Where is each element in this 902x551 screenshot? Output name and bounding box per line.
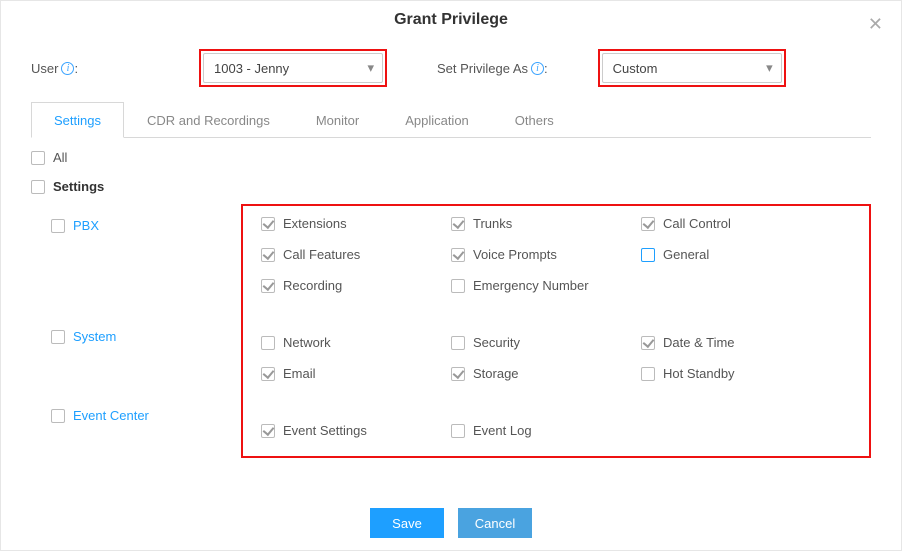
system-label[interactable]: System <box>73 329 116 344</box>
date-time-checkbox[interactable] <box>641 336 655 350</box>
tree-item-event-center: Event Center <box>51 408 211 423</box>
hot-standby-checkbox[interactable] <box>641 367 655 381</box>
all-label: All <box>53 150 67 165</box>
email-checkbox[interactable] <box>261 367 275 381</box>
recording-label: Recording <box>283 278 342 293</box>
all-row: All <box>31 150 871 165</box>
all-checkbox[interactable] <box>31 151 45 165</box>
tab-application[interactable]: Application <box>382 102 492 138</box>
call-features-checkbox[interactable] <box>261 248 275 262</box>
date-time-label: Date & Time <box>663 335 735 350</box>
call-features-label: Call Features <box>283 247 360 262</box>
user-label-text: User <box>31 61 58 76</box>
priv-email: Email <box>261 366 451 381</box>
tab-others[interactable]: Others <box>492 102 577 138</box>
privilege-label-text: Set Privilege As <box>437 61 528 76</box>
privilege-select-highlight: Custom ▾ <box>598 49 786 87</box>
privilege-grid-highlight: Extensions Trunks Call Control Call Feat… <box>241 204 871 458</box>
call-control-checkbox[interactable] <box>641 217 655 231</box>
recording-checkbox[interactable] <box>261 279 275 293</box>
tabs: Settings CDR and Recordings Monitor Appl… <box>31 101 871 138</box>
priv-event-settings: Event Settings <box>261 423 451 438</box>
priv-date-time: Date & Time <box>641 335 831 350</box>
chevron-down-icon: ▾ <box>367 60 374 76</box>
tab-monitor[interactable]: Monitor <box>293 102 382 138</box>
priv-general: General <box>641 247 831 262</box>
voice-prompts-label: Voice Prompts <box>473 247 557 262</box>
pbx-checkbox[interactable] <box>51 219 65 233</box>
hot-standby-label: Hot Standby <box>663 366 735 381</box>
priv-security: Security <box>451 335 641 350</box>
priv-event-log: Event Log <box>451 423 641 438</box>
privilege-grid: Extensions Trunks Call Control Call Feat… <box>261 216 851 438</box>
privilege-select-value: Custom <box>613 61 658 76</box>
info-icon[interactable]: i <box>61 62 74 75</box>
tree-item-system: System <box>51 329 211 344</box>
pbx-label[interactable]: PBX <box>73 218 99 233</box>
privilege-select[interactable]: Custom ▾ <box>602 53 782 83</box>
email-label: Email <box>283 366 316 381</box>
tree-column: PBX System Event Center <box>31 204 211 458</box>
tab-cdr[interactable]: CDR and Recordings <box>124 102 293 138</box>
priv-voice-prompts: Voice Prompts <box>451 247 641 262</box>
event-center-label[interactable]: Event Center <box>73 408 149 423</box>
event-center-checkbox[interactable] <box>51 409 65 423</box>
dialog-footer: Save Cancel <box>1 508 901 538</box>
save-button[interactable]: Save <box>370 508 444 538</box>
priv-call-features: Call Features <box>261 247 451 262</box>
settings-group-label: Settings <box>53 179 104 194</box>
user-label: User i : <box>31 61 119 76</box>
settings-row: Settings <box>31 179 871 194</box>
event-log-checkbox[interactable] <box>451 424 465 438</box>
colon: : <box>74 61 78 76</box>
privilege-label: Set Privilege As i : <box>437 61 548 76</box>
tree-item-pbx: PBX <box>51 218 211 233</box>
emergency-number-checkbox[interactable] <box>451 279 465 293</box>
priv-emergency-number: Emergency Number <box>451 278 641 293</box>
security-checkbox[interactable] <box>451 336 465 350</box>
cancel-button[interactable]: Cancel <box>458 508 532 538</box>
emergency-number-label: Emergency Number <box>473 278 589 293</box>
priv-hot-standby: Hot Standby <box>641 366 831 381</box>
colon: : <box>544 61 548 76</box>
info-icon[interactable]: i <box>531 62 544 75</box>
extensions-label: Extensions <box>283 216 347 231</box>
general-checkbox[interactable] <box>641 248 655 262</box>
priv-extensions: Extensions <box>261 216 451 231</box>
network-label: Network <box>283 335 331 350</box>
priv-call-control: Call Control <box>641 216 831 231</box>
event-log-label: Event Log <box>473 423 532 438</box>
voice-prompts-checkbox[interactable] <box>451 248 465 262</box>
event-settings-label: Event Settings <box>283 423 367 438</box>
tab-settings[interactable]: Settings <box>31 102 124 138</box>
close-icon[interactable]: ✕ <box>868 15 883 33</box>
trunks-checkbox[interactable] <box>451 217 465 231</box>
settings-checkbox[interactable] <box>31 180 45 194</box>
storage-checkbox[interactable] <box>451 367 465 381</box>
dialog-title: Grant Privilege <box>1 1 901 37</box>
priv-storage: Storage <box>451 366 641 381</box>
general-label: General <box>663 247 709 262</box>
security-label: Security <box>473 335 520 350</box>
trunks-label: Trunks <box>473 216 512 231</box>
network-checkbox[interactable] <box>261 336 275 350</box>
priv-network: Network <box>261 335 451 350</box>
storage-label: Storage <box>473 366 519 381</box>
event-settings-checkbox[interactable] <box>261 424 275 438</box>
system-checkbox[interactable] <box>51 330 65 344</box>
user-select-highlight: 1003 - Jenny ▾ <box>199 49 387 87</box>
extensions-checkbox[interactable] <box>261 217 275 231</box>
priv-recording: Recording <box>261 278 451 293</box>
chevron-down-icon: ▾ <box>766 60 773 76</box>
call-control-label: Call Control <box>663 216 731 231</box>
user-select[interactable]: 1003 - Jenny ▾ <box>203 53 383 83</box>
user-select-value: 1003 - Jenny <box>214 61 289 76</box>
priv-trunks: Trunks <box>451 216 641 231</box>
